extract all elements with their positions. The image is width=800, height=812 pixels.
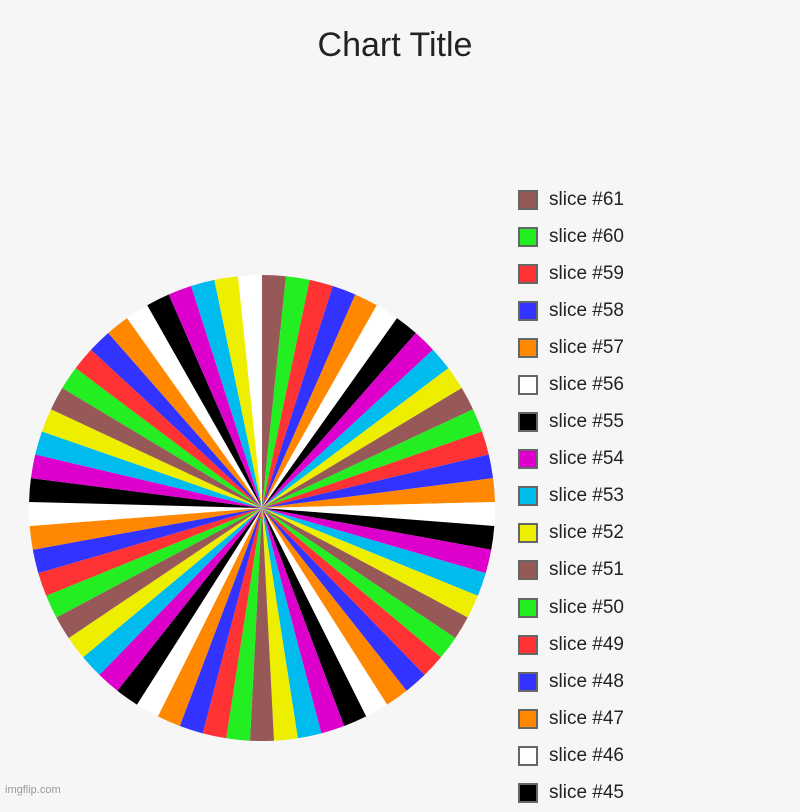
legend-item: slice #58: [518, 292, 624, 329]
legend-swatch: [518, 189, 538, 210]
legend-label: slice #58: [549, 299, 624, 321]
legend-item: slice #54: [518, 441, 624, 478]
legend-swatch: [518, 486, 538, 507]
legend-item: slice #52: [518, 515, 624, 552]
legend-item: slice #57: [518, 329, 624, 366]
legend-label: slice #47: [549, 707, 624, 729]
legend-swatch: [518, 449, 538, 470]
legend-label: slice #46: [549, 744, 624, 766]
legend-label: slice #61: [549, 188, 624, 210]
legend-label: slice #54: [549, 448, 624, 470]
legend-item: slice #53: [518, 478, 624, 515]
legend-item: slice #45: [518, 775, 624, 812]
pie-chart: [28, 275, 496, 741]
legend-item: slice #61: [518, 181, 624, 218]
legend-item: slice #47: [518, 700, 624, 737]
legend-item: slice #50: [518, 589, 624, 626]
legend-item: slice #49: [518, 626, 624, 663]
legend-label: slice #53: [549, 485, 624, 507]
legend-swatch: [518, 560, 538, 581]
legend-item: slice #60: [518, 218, 624, 255]
legend-label: slice #56: [549, 374, 624, 396]
legend-item: slice #59: [518, 255, 624, 292]
legend-label: slice #57: [549, 336, 624, 358]
legend-item: slice #48: [518, 663, 624, 700]
legend-swatch: [518, 523, 538, 544]
legend-item: slice #51: [518, 552, 624, 589]
legend-swatch: [518, 634, 538, 655]
legend-label: slice #52: [549, 522, 624, 544]
legend-swatch: [518, 226, 538, 247]
legend-swatch: [518, 783, 538, 804]
legend-label: slice #49: [549, 633, 624, 655]
legend-label: slice #60: [549, 225, 624, 247]
legend-label: slice #55: [549, 411, 624, 433]
watermark: imgflip.com: [5, 784, 61, 796]
legend-label: slice #45: [549, 782, 624, 804]
legend-label: slice #59: [549, 262, 624, 284]
legend-label: slice #48: [549, 670, 624, 692]
legend-swatch: [518, 375, 538, 396]
legend-swatch: [518, 337, 538, 358]
legend-swatch: [518, 745, 538, 766]
legend-swatch: [518, 300, 538, 321]
legend: slice #61 slice #60 slice #59 slice #58 slic…: [518, 181, 624, 812]
legend-label: slice #50: [549, 596, 624, 618]
legend-item: slice #46: [518, 737, 624, 774]
legend-swatch: [518, 671, 538, 692]
legend-swatch: [518, 597, 538, 618]
legend-swatch: [518, 412, 538, 433]
legend-item: slice #55: [518, 404, 624, 441]
legend-swatch: [518, 263, 538, 284]
legend-label: slice #51: [549, 559, 624, 581]
legend-swatch: [518, 708, 538, 729]
legend-item: slice #56: [518, 366, 624, 403]
